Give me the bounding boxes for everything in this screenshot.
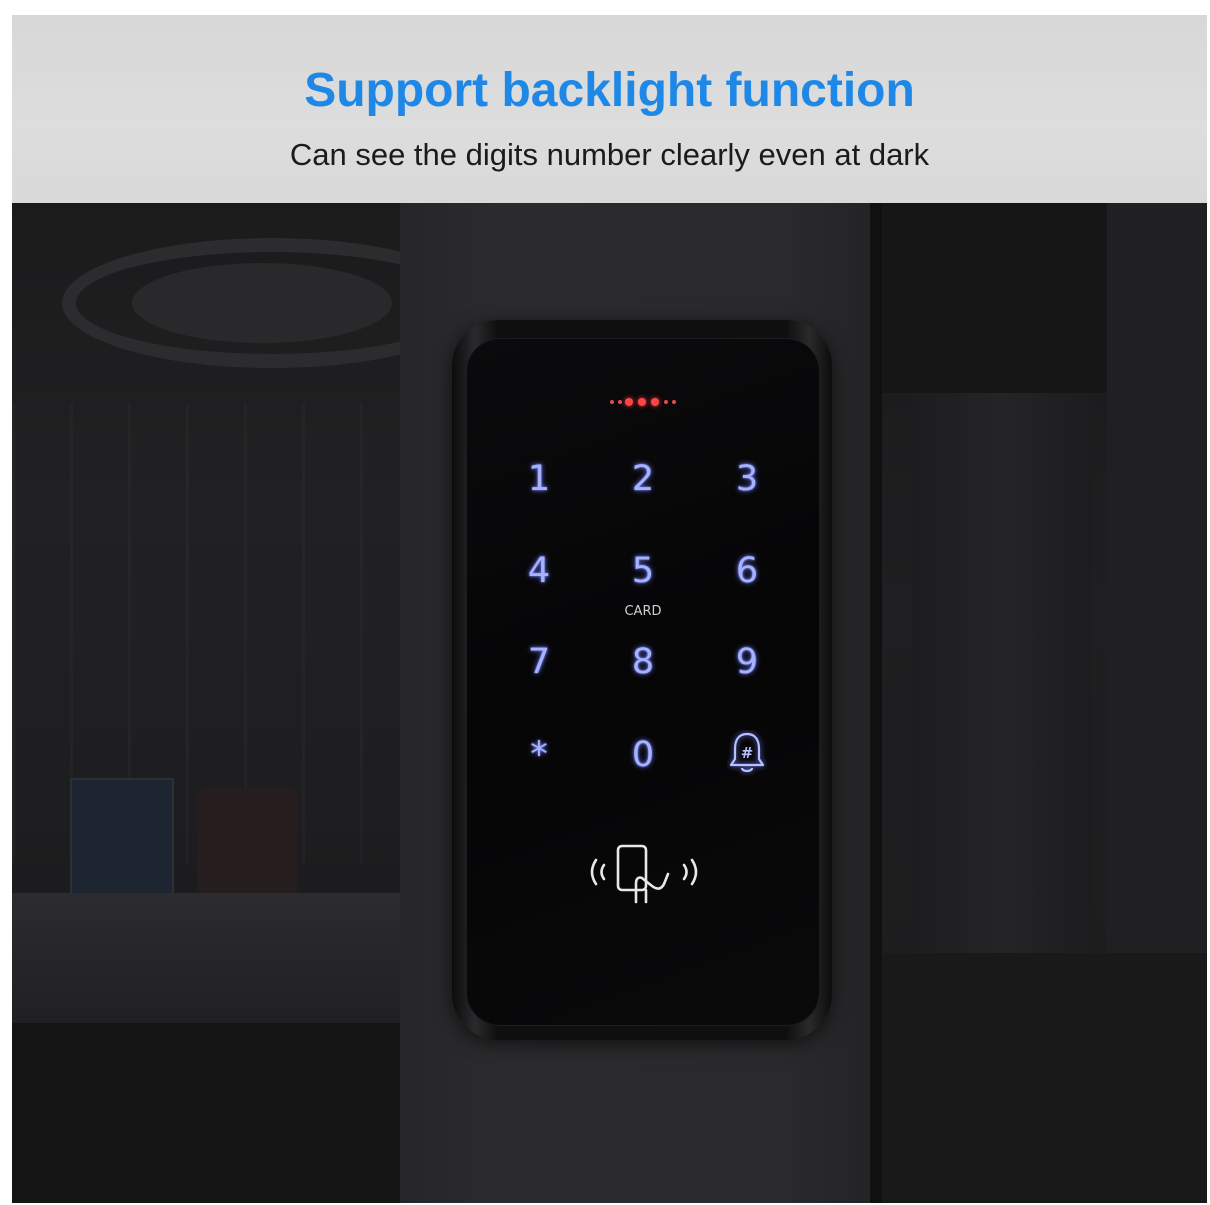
led-dot	[625, 398, 633, 406]
led-dot	[664, 400, 668, 404]
key-2[interactable]: 2	[613, 454, 673, 504]
left-office-room	[12, 203, 482, 1203]
bell-key-symbol: #	[741, 744, 754, 762]
key-7[interactable]: 7	[509, 637, 569, 687]
key-9[interactable]: 9	[717, 637, 777, 687]
bell-hash-icon[interactable]: #	[727, 730, 767, 776]
corridor	[912, 393, 1092, 953]
rfid-card-reader-icon	[582, 840, 706, 906]
key-star[interactable]: *	[509, 730, 569, 780]
led-dot	[672, 400, 676, 404]
key-1[interactable]: 1	[509, 454, 569, 504]
led-dot	[651, 398, 659, 406]
card-label: CARD	[624, 604, 662, 619]
led-dot	[610, 400, 614, 404]
right-floor	[882, 953, 1207, 1203]
led-dot	[638, 398, 646, 406]
key-5[interactable]: 5	[613, 546, 673, 596]
page-subtitle: Can see the digits number clearly even a…	[289, 137, 930, 172]
left-floor	[12, 1023, 400, 1203]
key-4[interactable]: 4	[509, 546, 569, 596]
office-desk	[12, 893, 400, 1023]
desk-monitor	[70, 778, 174, 902]
page-title: Support backlight function	[304, 64, 915, 117]
pillar-edge	[870, 203, 882, 1203]
key-6[interactable]: 6	[717, 546, 777, 596]
right-corridor-room	[882, 203, 1207, 1203]
led-dot	[618, 400, 622, 404]
key-0[interactable]: 0	[613, 730, 673, 780]
key-3[interactable]: 3	[717, 454, 777, 504]
ceiling-light-center	[132, 263, 392, 343]
key-8[interactable]: 8	[613, 637, 673, 687]
status-led-icon	[608, 396, 678, 408]
header-banner: Support backlight function Can see the d…	[12, 15, 1207, 203]
